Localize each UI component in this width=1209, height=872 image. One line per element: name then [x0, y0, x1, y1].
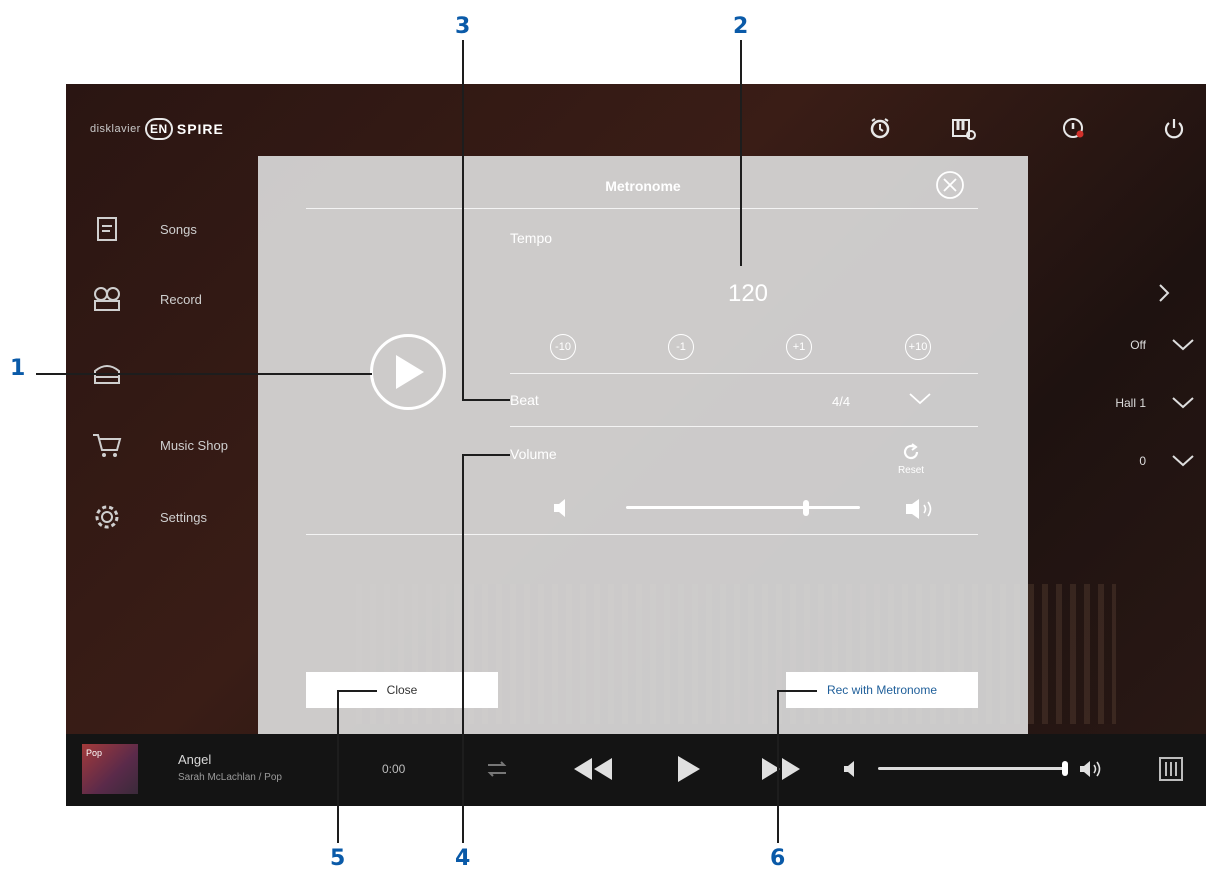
callout-number: 1: [10, 356, 26, 381]
close-button[interactable]: Close: [306, 672, 498, 708]
dialog-title: Metronome: [605, 178, 681, 194]
settings-row-value: Hall 1: [1115, 396, 1146, 410]
metronome-volume-slider[interactable]: [626, 506, 860, 509]
callout-line: [777, 690, 817, 692]
callout-line: [462, 454, 510, 456]
volume-high-icon: [1080, 761, 1101, 777]
divider: [510, 373, 978, 374]
tempo-plus-10-button[interactable]: +10: [905, 334, 931, 360]
callout-number: 2: [733, 14, 749, 39]
brand-logo: disklavier EN SPIRE: [90, 118, 224, 140]
callout-line: [337, 690, 339, 843]
songs-icon: [97, 217, 117, 241]
callout-line: [462, 399, 510, 401]
play-icon[interactable]: [672, 754, 702, 784]
record-icon: [94, 287, 120, 311]
player-volume-thumb[interactable]: [1062, 761, 1068, 776]
divider: [306, 208, 978, 209]
manual-figure: disklavier EN SPIRE Songs Record Music S…: [0, 0, 1209, 872]
callout-line: [462, 40, 464, 401]
player-volume-slider[interactable]: [878, 767, 1068, 770]
callout-line: [462, 454, 464, 843]
power-icon[interactable]: [1160, 114, 1188, 142]
song-artist: Sarah McLachlan / Pop: [178, 772, 282, 783]
settings-row-value: Off: [1130, 338, 1146, 352]
reset-label: Reset: [897, 465, 925, 476]
chevron-down-icon: [1172, 397, 1194, 409]
brand-suffix: SPIRE: [176, 121, 224, 137]
song-time: 0:00: [382, 762, 406, 776]
tempo-minus-10-button[interactable]: -10: [550, 334, 576, 360]
sidebar-item-label: Music Shop: [160, 437, 228, 453]
sidebar-item-label: Songs: [160, 221, 197, 237]
player-bar: Pop Angel Sarah McLachlan / Pop 0:00: [66, 734, 1206, 806]
tempo-label: Tempo: [510, 230, 553, 246]
sidebar-item-label: Record: [160, 291, 202, 307]
gear-icon: [95, 505, 119, 529]
album-thumbnail[interactable]: Pop: [82, 744, 138, 794]
metronome-volume-thumb[interactable]: [803, 500, 810, 516]
album-thumbnail-label: Pop: [86, 748, 103, 758]
volume-label: Volume: [510, 446, 557, 462]
metronome-play-button[interactable]: [370, 334, 446, 410]
chevron-down-icon: [1172, 339, 1194, 351]
play-icon: [396, 355, 424, 389]
reset-icon: [903, 443, 919, 460]
cart-icon: [93, 434, 122, 457]
callout-line: [777, 690, 779, 843]
close-icon[interactable]: [934, 169, 966, 201]
volume-high-icon: [906, 499, 932, 519]
sidebar-item-label: Settings: [160, 509, 207, 525]
chevron-right-icon[interactable]: [1156, 282, 1172, 304]
volume-low-icon: [554, 499, 565, 517]
volume-low-icon: [844, 761, 854, 777]
mixer-icon[interactable]: [1158, 756, 1184, 782]
tempo-plus-1-button[interactable]: +1: [786, 334, 812, 360]
tempo-minus-1-button[interactable]: -1: [668, 334, 694, 360]
callout-line: [337, 690, 377, 692]
repeat-icon[interactable]: [482, 758, 512, 780]
callout-number: 4: [455, 846, 471, 871]
reset-button[interactable]: Reset: [894, 442, 928, 478]
piano-settings-icon[interactable]: [950, 114, 978, 142]
divider: [510, 426, 978, 427]
callout-number: 6: [770, 846, 786, 871]
settings-row-value: 0: [1139, 454, 1146, 468]
callout-number: 5: [330, 846, 346, 871]
brand-badge: EN: [144, 118, 173, 140]
beat-value[interactable]: 4/4: [832, 394, 850, 409]
fast-forward-icon[interactable]: [758, 756, 804, 782]
divider: [306, 534, 978, 535]
info-alert-icon[interactable]: [1060, 114, 1088, 142]
callout-number: 3: [455, 14, 471, 39]
chevron-down-icon[interactable]: [908, 390, 932, 408]
alarm-icon[interactable]: [866, 114, 894, 142]
tempo-value: 120: [727, 280, 769, 307]
beat-label: Beat: [510, 392, 539, 408]
callout-line: [740, 40, 742, 266]
callout-line: [36, 373, 372, 375]
brand-prefix: disklavier: [90, 123, 141, 135]
song-title: Angel: [178, 752, 212, 767]
chevron-down-icon: [1172, 455, 1194, 467]
rewind-icon[interactable]: [570, 756, 616, 782]
metronome-dialog: Metronome Tempo 120 -10 -1 +1 +10 Beat 4…: [258, 156, 1028, 734]
